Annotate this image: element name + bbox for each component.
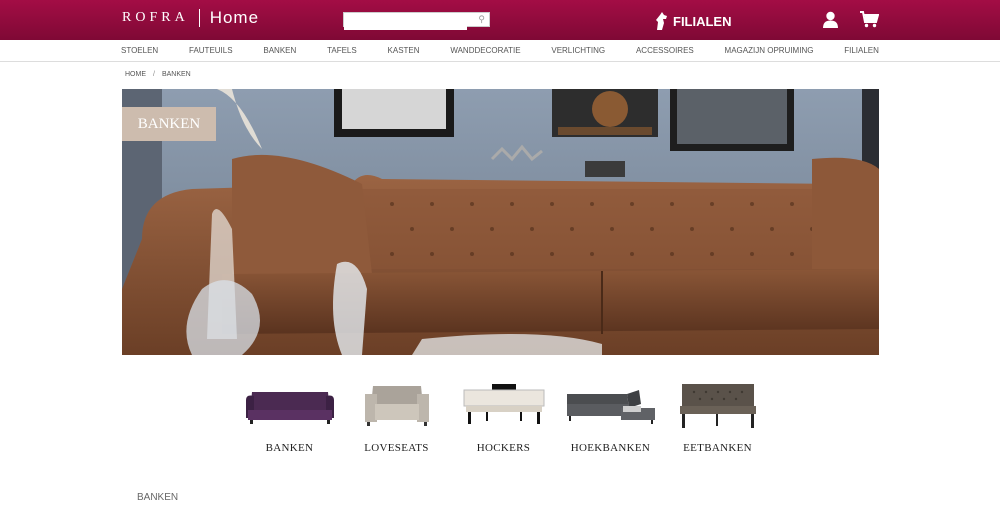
nav-item-filialen[interactable]: FILIALEN <box>844 46 879 55</box>
top-bar: ROFRA Home ⚲ FILIALEN <box>0 0 1000 40</box>
category-label: BANKEN <box>265 442 314 454</box>
section-title: BANKEN <box>137 492 179 503</box>
search-icon[interactable]: ⚲ <box>478 14 485 25</box>
breadcrumb-current: BANKEN <box>161 71 191 78</box>
corner-sofa-icon <box>566 390 655 424</box>
category-label: LOVESEATS <box>364 442 429 454</box>
search-input[interactable] <box>344 16 467 30</box>
main-nav: STOELEN FAUTEUILS BANKEN TAFELS KASTEN W… <box>0 40 1000 62</box>
category-hockers[interactable]: HOCKERS <box>450 380 557 454</box>
brand-name: ROFRA <box>122 10 189 25</box>
nav-item-tafels[interactable]: TAFELS <box>327 46 357 55</box>
category-loveseats[interactable]: LOVESEATS <box>343 380 450 454</box>
hocker-icon <box>463 384 544 424</box>
hero-image <box>122 89 879 355</box>
category-label: HOEKBANKEN <box>570 442 651 454</box>
breadcrumb: HOME / BANKEN <box>125 71 191 78</box>
nav-item-fauteuils[interactable]: FAUTEUILS <box>189 46 233 55</box>
category-list: BANKEN LOVESEATS HOCKERS HOEKBANKEN EETB… <box>236 380 771 454</box>
brand-subtitle: Home <box>209 8 260 27</box>
nav-item-accessoires[interactable]: ACCESSOIRES <box>636 46 694 55</box>
user-icon[interactable] <box>822 11 839 33</box>
cart-icon[interactable] <box>860 11 880 33</box>
sofa-purple-icon <box>245 392 334 424</box>
dining-bench-icon <box>679 384 756 428</box>
loveseat-grey-icon <box>364 386 429 426</box>
nav-item-kasten[interactable]: KASTEN <box>388 46 420 55</box>
category-banken[interactable]: BANKEN <box>236 380 343 454</box>
breadcrumb-home[interactable]: HOME <box>125 71 146 78</box>
hero-title: BANKEN <box>122 107 216 141</box>
brand-divider <box>198 9 200 27</box>
category-label: EETBANKEN <box>683 442 752 454</box>
search-box: ⚲ <box>343 12 490 30</box>
hero-banner <box>122 89 879 355</box>
nav-item-stoelen[interactable]: STOELEN <box>121 46 158 55</box>
filialen-label: FILIALEN <box>673 13 732 29</box>
category-label: HOCKERS <box>476 442 531 454</box>
brand-logo[interactable]: ROFRA Home <box>122 8 259 28</box>
nav-item-verlichting[interactable]: VERLICHTING <box>551 46 605 55</box>
nav-item-wanddecoratie[interactable]: WANDDECORATIE <box>450 46 520 55</box>
breadcrumb-separator: / <box>153 71 155 78</box>
category-eetbanken[interactable]: EETBANKEN <box>664 380 771 454</box>
nav-item-magazijn-opruiming[interactable]: MAGAZIJN OPRUIMING <box>725 46 814 55</box>
filialen-link[interactable]: FILIALEN <box>654 12 732 30</box>
category-hoekbanken[interactable]: HOEKBANKEN <box>557 380 664 454</box>
horse-icon <box>656 12 667 30</box>
nav-item-banken[interactable]: BANKEN <box>263 46 296 55</box>
